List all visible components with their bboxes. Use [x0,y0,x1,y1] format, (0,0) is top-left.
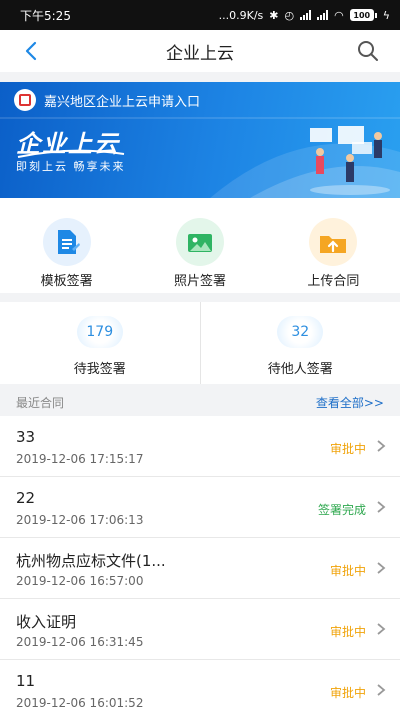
bluetooth-icon: ✱ [269,8,279,22]
status-icons: ...0.9K/s ✱ ◴ ◠ 100 ϟ [219,9,390,22]
folder-upload-icon [309,218,358,266]
contract-row[interactable]: 11 2019-12-06 16:01:52 审批中 [0,660,400,709]
chevron-right-icon [377,684,386,696]
contract-row[interactable]: 33 2019-12-06 17:15:17 审批中 [0,416,400,477]
quick-actions: 模板签署 照片签署 上传合同 [0,198,400,293]
nav-bar: 企业上云 [0,30,400,72]
recent-contracts-header: 最近合同 查看全部>> [0,390,400,414]
business-people-illustration [310,126,390,195]
status-bar: 下午5:25 ...0.9K/s ✱ ◴ ◠ 100 ϟ [0,0,400,30]
contract-time: 2019-12-06 17:15:17 [16,452,144,466]
contract-time: 2019-12-06 16:01:52 [16,696,144,709]
contract-status: 审批中 [329,686,366,700]
page-title: 企业上云 [166,43,234,64]
contract-row[interactable]: 收入证明 2019-12-06 16:31:45 审批中 [0,599,400,660]
contract-time: 2019-12-06 17:06:13 [16,513,144,527]
contract-name: 22 [16,489,36,507]
battery-level: 100 [349,9,374,21]
contract-row[interactable]: 22 2019-12-06 17:06:13 签署完成 [0,477,400,538]
contract-name: 33 [16,428,36,446]
wifi-icon: ◠ [334,8,344,22]
pending-others-sign-card[interactable]: 32 待他人签署 [199,302,400,384]
banner-header: 嘉兴地区企业上云申请入口 [0,82,400,118]
recent-contracts-title: 最近合同 [16,395,65,410]
document-icon [42,218,91,266]
contract-name: 收入证明 [16,613,77,631]
back-icon[interactable] [20,39,44,63]
contract-status: 审批中 [329,625,366,639]
upload-contract-label: 上传合同 [307,274,360,289]
alarm-icon: ◴ [284,8,295,22]
chevron-right-icon [377,440,386,452]
signal-icon [300,10,312,20]
pending-others-sign-count: 32 [277,316,324,348]
chevron-right-icon [377,623,386,635]
pending-my-sign-card[interactable]: 179 待我签署 [0,302,200,384]
pending-my-sign-label: 待我签署 [73,362,126,377]
template-sign-button[interactable]: 模板签署 [0,198,133,293]
contract-name: 杭州物点应标文件(1... [16,552,166,570]
chevron-right-icon [377,501,386,513]
promo-banner[interactable]: 嘉兴地区企业上云申请入口 企业上云 即刻上云 畅享未来 [0,82,400,198]
chevron-right-icon [377,562,386,574]
contract-time: 2019-12-06 16:57:00 [16,574,144,588]
contract-list: 33 2019-12-06 17:15:17 审批中 22 2019-12-06… [0,416,400,709]
search-icon[interactable] [356,39,380,63]
photo-icon [175,218,224,266]
template-sign-label: 模板签署 [40,274,93,289]
charging-icon: ϟ [382,8,390,22]
contract-status: 签署完成 [317,503,366,517]
view-all-link[interactable]: 查看全部>> [316,394,384,411]
contract-row[interactable]: 杭州物点应标文件(1... 2019-12-06 16:57:00 审批中 [0,538,400,599]
net-speed: ...0.9K/s [218,8,264,22]
contract-status: 审批中 [329,564,366,578]
contract-status: 审批中 [329,442,366,456]
photo-sign-label: 照片签署 [173,274,226,289]
battery-icon: 100 [349,9,377,21]
upload-contract-button[interactable]: 上传合同 [267,198,400,293]
photo-sign-button[interactable]: 照片签署 [133,198,266,293]
pending-others-sign-label: 待他人签署 [267,362,333,377]
status-time: 下午5:25 [20,8,71,23]
government-logo-icon [14,89,36,111]
banner-header-text: 嘉兴地区企业上云申请入口 [44,94,201,110]
contract-name: 11 [16,672,36,690]
signature-counts: 179 待我签署 32 待他人签署 [0,302,400,384]
banner-slogan: 即刻上云 畅享未来 [16,160,126,173]
pending-my-sign-count: 179 [76,316,123,348]
signal-icon-2 [317,10,329,20]
contract-time: 2019-12-06 16:31:45 [16,635,144,649]
